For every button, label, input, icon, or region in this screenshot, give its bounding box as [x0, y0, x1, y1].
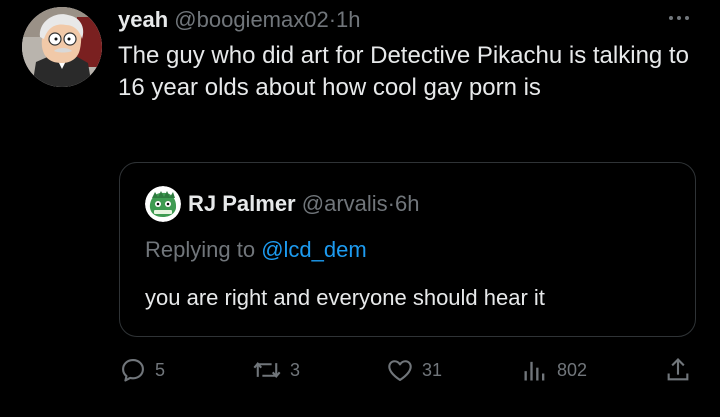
reply-icon: [122, 359, 144, 382]
repost-button[interactable]: 3: [252, 354, 300, 386]
quote-handle[interactable]: @arvalis: [302, 191, 388, 216]
replying-prefix: Replying to: [145, 237, 256, 262]
quote-display-name[interactable]: RJ Palmer: [188, 191, 296, 216]
like-button[interactable]: 31: [386, 354, 442, 386]
separator-dot: ·: [328, 7, 337, 32]
more-horizontal-icon[interactable]: [664, 8, 694, 28]
display-name[interactable]: yeah: [118, 7, 168, 32]
quote-avatar-image: [145, 186, 181, 222]
repost-icon: [253, 362, 281, 378]
quote-avatar[interactable]: [145, 186, 181, 222]
quote-separator-dot: ·: [387, 191, 395, 216]
quote-time[interactable]: 6h: [395, 191, 419, 216]
user-avatar[interactable]: [22, 7, 102, 87]
tweet[interactable]: yeah @boogiemax02·1h The guy who did art…: [0, 0, 720, 417]
views-button[interactable]: 802: [521, 354, 587, 386]
like-count: 31: [422, 359, 443, 380]
views-icon: [524, 361, 545, 381]
share-button[interactable]: [664, 354, 692, 386]
tweet-header: yeah @boogiemax02·1h: [118, 4, 361, 36]
tweet-text: The guy who did art for Detective Pikach…: [118, 42, 689, 101]
replying-to-line: Replying to @lcd_dem: [145, 235, 367, 265]
tweet-time[interactable]: 1h: [336, 7, 360, 32]
reply-button[interactable]: 5: [119, 354, 165, 386]
quoted-tweet-card[interactable]: RJ Palmer @arvalis·6h Replying to @lcd_d…: [119, 162, 696, 337]
reply-count: 5: [155, 359, 166, 380]
share-icon: [667, 358, 689, 381]
quote-text: you are right and everyone should hear i…: [145, 285, 545, 310]
repost-count: 3: [290, 359, 301, 380]
user-handle[interactable]: @boogiemax02: [174, 7, 328, 32]
quote-header: RJ Palmer @arvalis·6h: [188, 189, 419, 219]
avatar-image: [22, 7, 102, 87]
views-count: 802: [557, 359, 588, 380]
heart-icon: [388, 360, 412, 381]
replying-mention-link[interactable]: @lcd_dem: [261, 237, 367, 262]
